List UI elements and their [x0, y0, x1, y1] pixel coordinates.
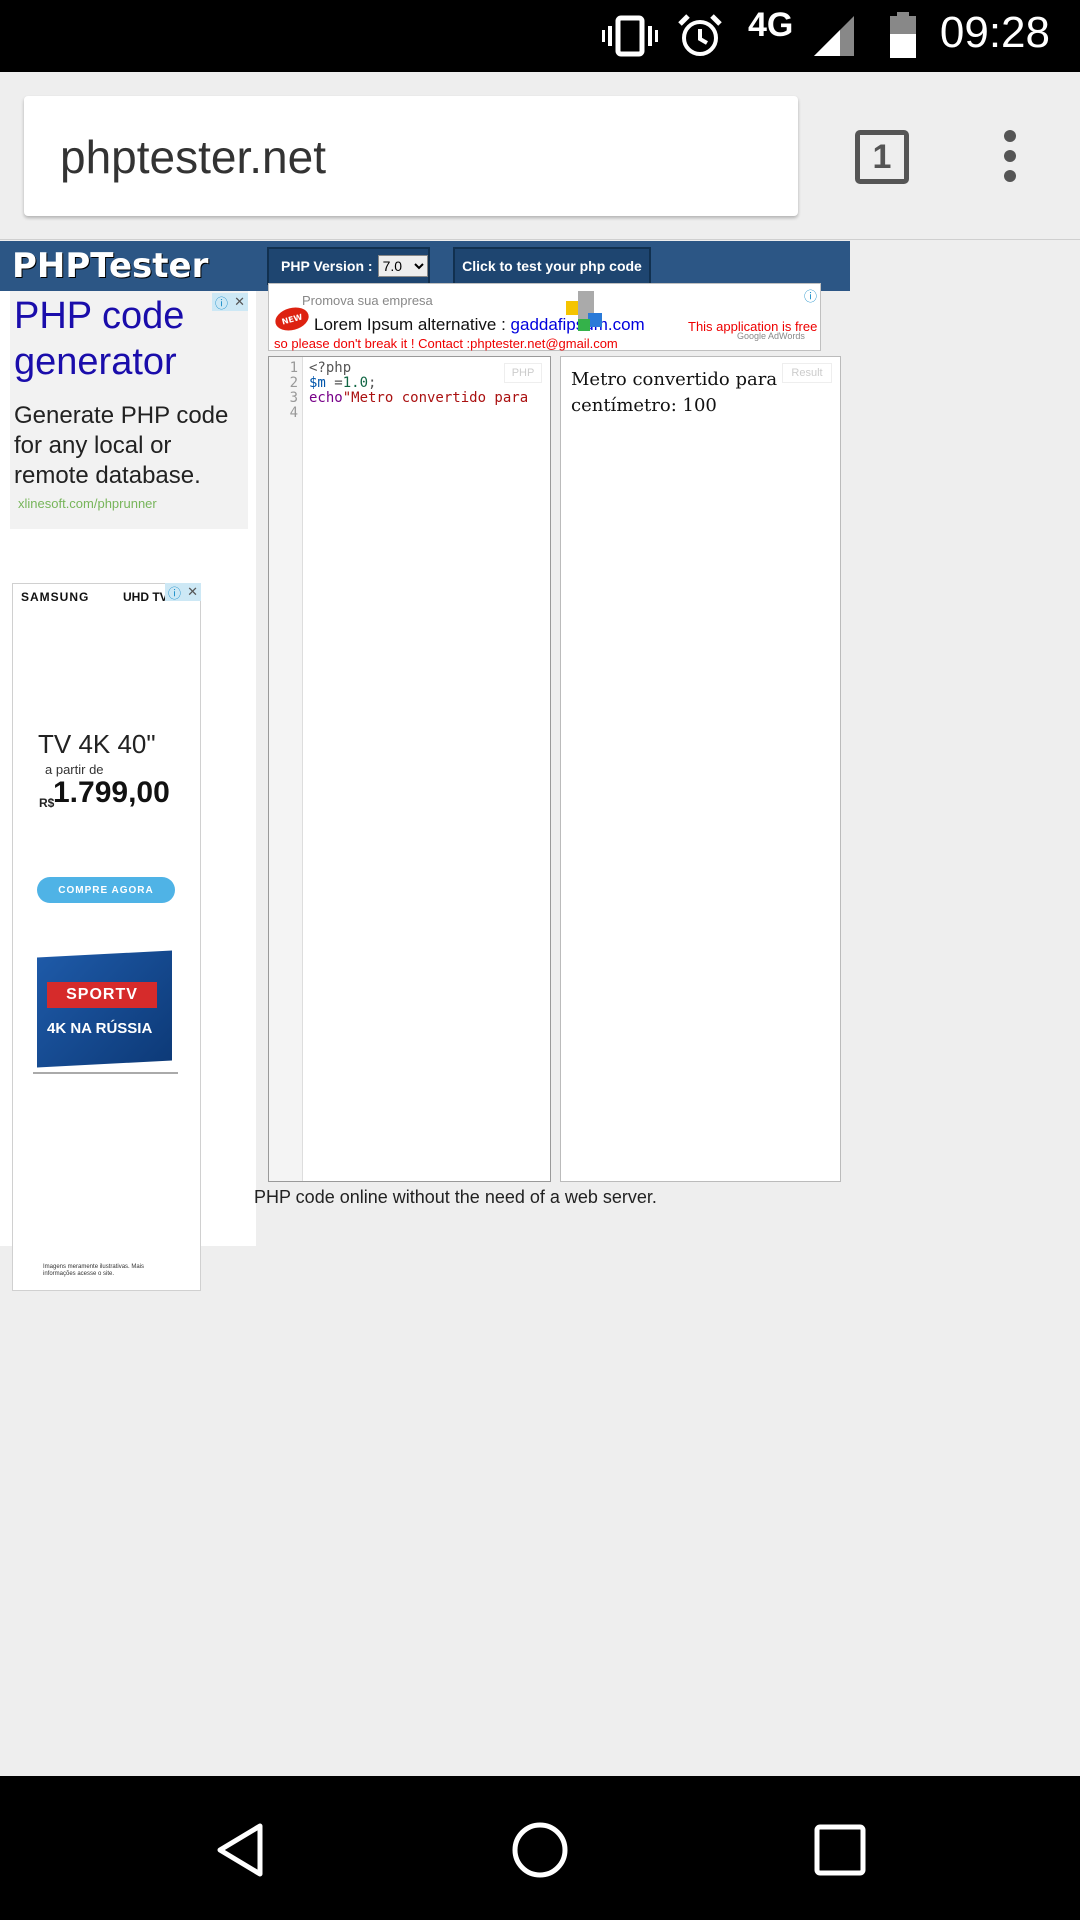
line-number: 4 — [289, 405, 298, 421]
ad-choices-icon[interactable]: ⓘ ✕ — [212, 293, 248, 312]
web-page: PHPTester PHP Version : 7.0 Click to tes… — [0, 241, 1080, 1776]
status-bar: 4G 09:28 — [0, 0, 1080, 72]
footer-description: PHP code online without the need of a we… — [254, 1187, 657, 1207]
ad-description: Generate PHP code for any local or remot… — [14, 402, 229, 489]
tv-image — [37, 950, 172, 1068]
ad-brand: SAMSUNG — [21, 590, 90, 604]
back-icon[interactable] — [210, 1820, 270, 1880]
code-line: echo"Metro convertido para — [309, 390, 529, 406]
ad-tv-title: TV 4K 40" — [38, 729, 156, 759]
run-code-button[interactable]: Click to test your php code — [453, 247, 651, 285]
banner-ad[interactable]: SAMSUNG UHD TV TV 4K 40" a partir de R$ … — [12, 583, 201, 1291]
left-ad-column: PHP code generator Generate PHP code for… — [0, 291, 256, 1291]
url-bar[interactable]: phptester.net — [24, 96, 798, 216]
ad-fine-print: Imagens meramente ilustrativas. Mais inf… — [43, 1264, 145, 1277]
browser-toolbar: phptester.net 1 — [0, 72, 1080, 240]
clock: 09:28 — [939, 8, 1050, 57]
ad-from: a partir de — [45, 762, 104, 777]
ad-price: 1.799,00 — [53, 776, 170, 809]
signal-icon — [812, 0, 856, 72]
new-badge: NEW — [272, 303, 312, 335]
result-label: Result — [782, 363, 832, 383]
cubes-image — [566, 291, 602, 331]
more-vert-icon[interactable] — [998, 130, 1022, 190]
tv-stand — [33, 1064, 178, 1074]
ad-russia: 4K NA RÚSSIA — [47, 1020, 153, 1037]
line-number: 3 — [289, 390, 298, 406]
result-panel: Metro convertido para centímetro: 100 Re… — [560, 356, 841, 1182]
editor-label: PHP — [504, 363, 542, 383]
top-ad-banner[interactable]: NEW Promova sua empresa Lorem Ipsum alte… — [268, 283, 821, 351]
php-code-editor[interactable]: 1 2 3 4 <?php $m =1.0; echo"Metro conver… — [268, 356, 551, 1182]
php-version-label: PHP Version : — [281, 258, 373, 274]
php-version-control: PHP Version : 7.0 — [267, 247, 430, 285]
ad-info-icon[interactable]: ⓘ — [804, 286, 817, 305]
ad-promo: Promova sua empresa — [302, 293, 433, 308]
ad-cta-button[interactable]: COMPRE AGORA — [37, 877, 175, 903]
ad-brand-line: UHD TV — [123, 590, 168, 604]
adwords-label: Google AdWords — [737, 331, 805, 341]
text-ad[interactable]: PHP code generator Generate PHP code for… — [10, 291, 248, 529]
home-icon[interactable] — [510, 1820, 570, 1880]
alarm-icon — [676, 0, 724, 72]
battery-icon — [888, 0, 918, 72]
vibrate-icon — [602, 0, 658, 72]
line-gutter: 1 2 3 4 — [269, 357, 303, 1181]
ad-title[interactable]: PHP code generator — [14, 293, 244, 385]
ad-sport-logo: SPORTV — [47, 982, 157, 1008]
site-logo[interactable]: PHPTester — [12, 241, 208, 291]
recents-icon[interactable] — [810, 1820, 870, 1880]
line-number: 1 — [289, 360, 298, 376]
ad-choices-icon[interactable]: ⓘ ✕ — [165, 583, 201, 602]
contact-notice: so please don't break it ! Contact :phpt… — [274, 336, 618, 351]
url-text: phptester.net — [60, 131, 326, 183]
system-nav-bar — [0, 1776, 1080, 1920]
tab-switcher-button[interactable]: 1 — [855, 130, 909, 184]
network-type: 4G — [748, 6, 794, 44]
result-output: Metro convertido para centímetro: 100 — [571, 369, 778, 416]
line-number: 2 — [289, 375, 298, 391]
ad-url[interactable]: xlinesoft.com/phprunner — [18, 496, 157, 511]
php-version-select[interactable]: 7.0 — [377, 255, 428, 277]
